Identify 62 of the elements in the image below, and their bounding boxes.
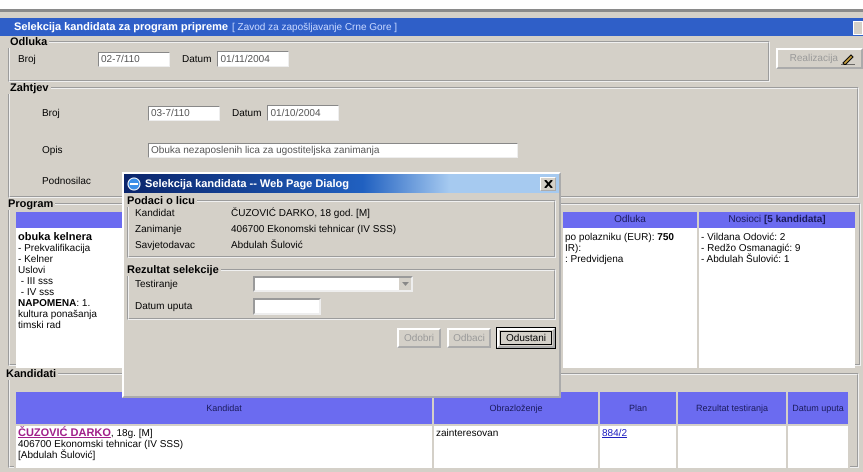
program-line: timski rad <box>18 320 62 331</box>
field-label: Datum <box>232 108 262 118</box>
column-header: Datum uputa <box>788 392 848 424</box>
window-button-icon[interactable] <box>853 21 863 35</box>
column-header: Plan <box>600 392 676 424</box>
candidate-detail: 406700 Ekonomski tehnicar (IV SSS) <box>18 439 184 450</box>
field-label: Datum uputa <box>135 301 194 312</box>
dialog-title: Selekcija kandidata -- Web Page Dialog <box>145 178 350 190</box>
field-label: Testiranje <box>135 278 179 290</box>
field-label: Zanimanje <box>135 223 183 237</box>
window-subtitle: [ Zavod za zapošljavanje Crne Gore ] <box>232 22 398 32</box>
field-value: ČUZOVIĆ DARKO, 18 god. [M] <box>231 207 371 221</box>
input-field[interactable] <box>253 298 321 315</box>
program-line: - Kelner <box>18 254 54 265</box>
section-legend: Rezultat selekcije <box>125 264 221 276</box>
field-label: Broj <box>18 54 37 64</box>
program-line: - Prekvalifikacija <box>18 243 92 254</box>
program-line: Uslovi <box>18 265 46 276</box>
program-line: po polazniku (EUR): 750 <box>565 232 675 243</box>
field-label: Podnosilac <box>42 176 91 186</box>
program-line: - IV sss <box>20 287 56 298</box>
close-icon <box>544 180 552 188</box>
field-label: Kandidat <box>135 207 176 221</box>
field-value: Abdulah Šulović <box>231 239 304 253</box>
program-line: - Abdulah Šulović: 1 <box>701 254 790 265</box>
program-line: IR): <box>565 243 582 254</box>
column-header: Odluka <box>563 212 697 228</box>
input-field[interactable]: 01/10/2004 <box>267 105 340 121</box>
field-label: Opis <box>42 144 64 156</box>
program-line: - III sss <box>20 276 54 287</box>
field-value: 406700 Ekonomski tehnicar (IV SSS) <box>231 223 398 237</box>
window-title: Selekcija kandidata za program pripreme <box>14 21 228 33</box>
program-line: : Predvidjena <box>565 254 624 265</box>
table-cell: zainteresovan <box>434 426 598 468</box>
section-legend: Kandidati <box>4 368 58 380</box>
program-line: obuka kelnera <box>18 232 93 243</box>
field-label: Broj <box>42 108 61 118</box>
section-legend: Odluka <box>8 36 50 48</box>
candidate-info: , 18g. [M] <box>110 428 153 439</box>
input-field[interactable]: Obuka nezaposlenih lica za ugostiteljska zanimanja <box>148 142 518 158</box>
program-line: - Redžo Osmanagić: 9 <box>701 243 802 254</box>
column-header: Rezultat testiranja <box>678 392 786 424</box>
program-line: - Vildana Odović: 2 <box>701 232 786 243</box>
program-line: NAPOMENA: 1. <box>18 298 92 309</box>
field-label: Datum <box>182 54 212 64</box>
input-field[interactable]: 01/11/2004 <box>217 51 290 67</box>
candidate-link[interactable]: ČUZOVIĆ DARKO <box>18 427 111 439</box>
dropdown-field[interactable] <box>253 276 413 292</box>
browser-icon <box>127 176 141 190</box>
section-legend: Podaci o licu <box>125 195 197 207</box>
field-label: Savjetodavac <box>135 239 196 253</box>
column-header: Nosioci [5 kandidata] <box>699 212 855 228</box>
program-line: kultura ponašanja <box>18 309 98 320</box>
input-field[interactable]: 03-7/110 <box>148 106 220 120</box>
dialog-button[interactable]: Odustani <box>497 328 555 348</box>
input-field[interactable]: 02-7/110 <box>98 52 170 66</box>
pencil-icon <box>841 52 855 64</box>
section-legend: Zahtjev <box>8 82 51 94</box>
close-button[interactable] <box>540 176 556 190</box>
section-legend: Program <box>6 198 56 210</box>
candidate-detail: [Abdulah Šulović] <box>18 450 96 461</box>
plan-link[interactable]: 884/2 <box>602 428 628 439</box>
